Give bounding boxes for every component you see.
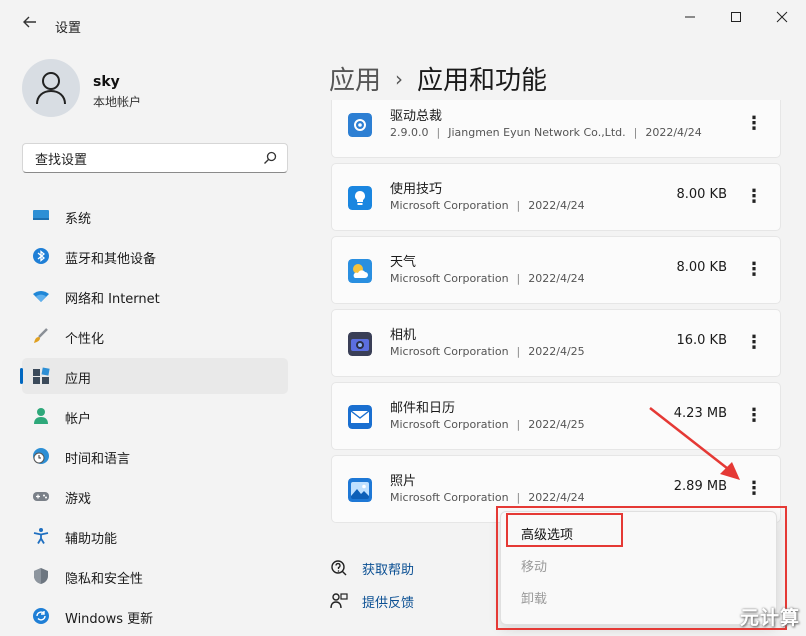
app-date: 2022/4/25: [528, 418, 585, 431]
app-date: 2022/4/24: [645, 126, 702, 139]
separator: |: [516, 345, 521, 358]
annotation-arrow-icon: [649, 407, 740, 480]
user-name: sky: [93, 74, 120, 90]
app-name: 天气: [390, 255, 417, 270]
separator: |: [516, 272, 521, 285]
list-item: 相机 Microsoft Corporation | 2022/4/25 16.0 …: [331, 309, 781, 377]
close-icon: [776, 11, 788, 23]
back-arrow-icon[interactable]: [20, 14, 40, 34]
minimize-icon: [685, 16, 695, 18]
app-name: 照片: [390, 474, 417, 489]
separator: |: [516, 199, 521, 212]
maximize-icon: [731, 12, 741, 22]
chevron-right-icon: ›: [395, 67, 404, 91]
help-icon: [331, 560, 347, 576]
update-icon: [33, 608, 49, 624]
maximize-button[interactable]: [716, 8, 756, 30]
app-publisher: Microsoft Corporation: [390, 491, 509, 504]
breadcrumb-parent[interactable]: 应用: [329, 66, 381, 96]
app-meta: Microsoft Corporation | 2022/4/24: [390, 199, 585, 212]
list-item: 驱动总裁 2.9.0.0 | Jiangmen Eyun Network Co.,L…: [331, 100, 781, 158]
app-meta: 2.9.0.0 | Jiangmen Eyun Network Co.,Ltd. | 2…: [390, 126, 702, 139]
more-options-button[interactable]: ⋮: [742, 328, 766, 358]
app-date: 2022/4/24: [528, 199, 585, 212]
separator: |: [516, 418, 521, 431]
app-publisher: Microsoft Corporation: [390, 272, 509, 285]
app-size: 8.00 KB: [676, 187, 727, 202]
app-version: 2.9.0.0: [390, 126, 429, 139]
app-date: 2022/4/24: [528, 272, 585, 285]
more-options-button[interactable]: ⋮: [742, 255, 766, 285]
annotation-inner-box: [506, 513, 623, 547]
app-meta: Microsoft Corporation | 2022/4/24: [390, 491, 585, 504]
sidebar-item-label: 辅助功能: [65, 532, 118, 547]
shield-icon: [34, 568, 48, 584]
list-item: 天气 Microsoft Corporation | 2022/4/24 8.00 …: [331, 236, 781, 304]
app-size: 16.0 KB: [676, 333, 727, 348]
app-publisher: Microsoft Corporation: [390, 418, 509, 431]
app-meta: Microsoft Corporation | 2022/4/25: [390, 345, 585, 358]
get-help-label: 获取帮助: [362, 563, 415, 578]
app-meta: Microsoft Corporation | 2022/4/25: [390, 418, 585, 431]
gear-blue-icon: [348, 113, 372, 137]
watermark: 元计算: [739, 607, 800, 629]
app-meta: Microsoft Corporation | 2022/4/24: [390, 272, 585, 285]
app-name: 邮件和日历: [390, 401, 456, 416]
app-date: 2022/4/24: [528, 491, 585, 504]
sidebar-item-label: Windows 更新: [65, 612, 154, 627]
photos-icon: [348, 478, 372, 502]
settings-window: 设置 sky 本地帐户 系统 蓝牙和其他设备: [0, 0, 806, 636]
app-date: 2022/4/25: [528, 345, 585, 358]
lightbulb-icon: [348, 186, 372, 210]
separator: |: [436, 126, 441, 139]
separator: |: [633, 126, 638, 139]
sidebar-item-label: 隐私和安全性: [65, 572, 144, 587]
minimize-button[interactable]: [670, 8, 710, 30]
feedback-icon: [330, 593, 348, 609]
list-item: 使用技巧 Microsoft Corporation | 2022/4/24 8.0…: [331, 163, 781, 231]
app-publisher: Jiangmen Eyun Network Co.,Ltd.: [448, 126, 626, 139]
breadcrumb: 应用 › 应用和功能: [329, 60, 547, 97]
close-button[interactable]: [762, 8, 802, 30]
app-name: 使用技巧: [390, 182, 443, 197]
more-options-button[interactable]: ⋮: [742, 109, 766, 139]
more-options-button[interactable]: ⋮: [742, 182, 766, 212]
sidebar-item-windows-update[interactable]: Windows 更新: [22, 598, 288, 634]
app-name: 相机: [390, 328, 417, 343]
app-publisher: Microsoft Corporation: [390, 345, 509, 358]
window-title: 设置: [55, 21, 82, 36]
separator: |: [516, 491, 521, 504]
mail-icon: [348, 405, 372, 429]
app-publisher: Microsoft Corporation: [390, 199, 509, 212]
app-name: 驱动总裁: [390, 109, 443, 124]
title-bar: 设置: [0, 0, 806, 50]
give-feedback-label: 提供反馈: [362, 596, 415, 611]
app-size: 8.00 KB: [676, 260, 727, 275]
camera-icon: [348, 332, 372, 356]
weather-icon: [348, 259, 372, 283]
page-title: 应用和功能: [417, 66, 548, 96]
sidebar-item-privacy[interactable]: 隐私和安全性: [22, 558, 288, 594]
